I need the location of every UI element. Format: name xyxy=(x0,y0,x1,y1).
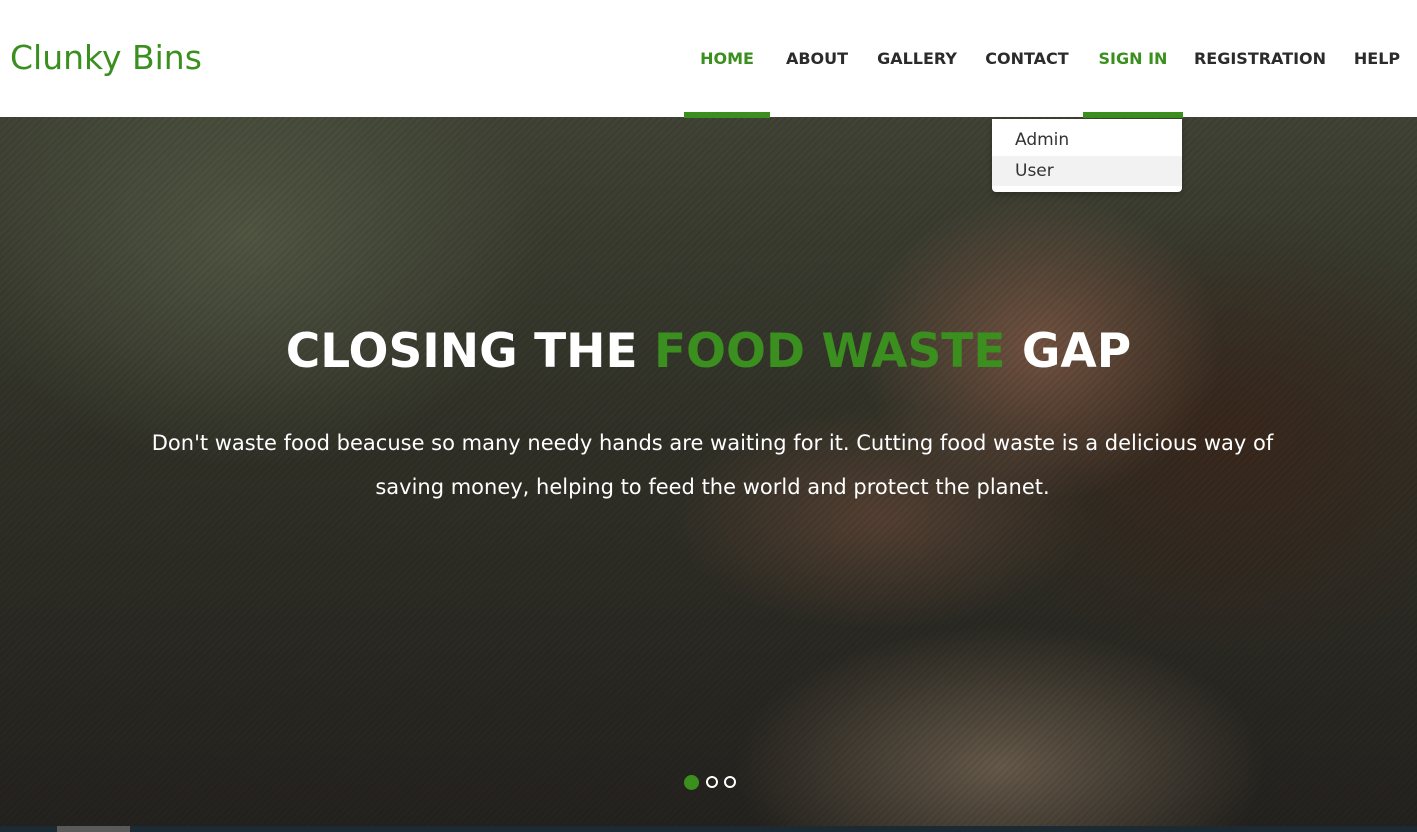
dropdown-item-user[interactable]: User xyxy=(992,156,1182,186)
nav-home-label: HOME xyxy=(700,49,754,68)
nav-sign-in-active-indicator xyxy=(1083,112,1183,118)
hero-title-highlight: FOOD WASTE xyxy=(653,324,1006,379)
dropdown-item-admin[interactable]: Admin xyxy=(992,125,1182,155)
hero-slider: CLOSING THE FOOD WASTE GAP Don't waste f… xyxy=(0,117,1417,832)
nav-contact-label: CONTACT xyxy=(985,49,1069,68)
nav-home[interactable]: HOME xyxy=(684,0,770,118)
nav-sign-in[interactable]: SIGN IN xyxy=(1083,0,1183,118)
nav-help[interactable]: HELP xyxy=(1346,0,1408,117)
nav-help-label: HELP xyxy=(1353,49,1401,68)
nav-gallery-label: GALLERY xyxy=(877,49,957,68)
slider-dot-2[interactable] xyxy=(706,776,718,788)
nav-sign-in-label: SIGN IN xyxy=(1098,49,1168,68)
nav-registration[interactable]: REGISTRATION xyxy=(1192,0,1328,117)
hero-title-part2: GAP xyxy=(1021,324,1132,379)
nav-gallery[interactable]: GALLERY xyxy=(872,0,962,117)
site-header: Clunky Bins HOME ABOUT GALLERY CONTACT S… xyxy=(0,0,1417,118)
bottom-strip xyxy=(0,826,1417,832)
hero-title-part1: CLOSING THE xyxy=(285,324,638,379)
nav-about[interactable]: ABOUT xyxy=(776,0,858,117)
sign-in-dropdown: Admin User xyxy=(992,119,1182,192)
bottom-tab xyxy=(57,826,130,832)
nav-about-label: ABOUT xyxy=(785,49,849,68)
main-nav: HOME ABOUT GALLERY CONTACT SIGN IN REGIS… xyxy=(0,0,1417,118)
nav-home-active-indicator xyxy=(684,112,770,118)
nav-registration-label: REGISTRATION xyxy=(1193,49,1327,68)
slider-dot-1[interactable] xyxy=(684,775,699,790)
hero-title: CLOSING THE FOOD WASTE GAP xyxy=(0,324,1417,379)
slider-dot-3[interactable] xyxy=(724,776,736,788)
hero-subtitle: Don't waste food beacuse so many needy h… xyxy=(151,431,1274,499)
nav-contact[interactable]: CONTACT xyxy=(978,0,1076,117)
